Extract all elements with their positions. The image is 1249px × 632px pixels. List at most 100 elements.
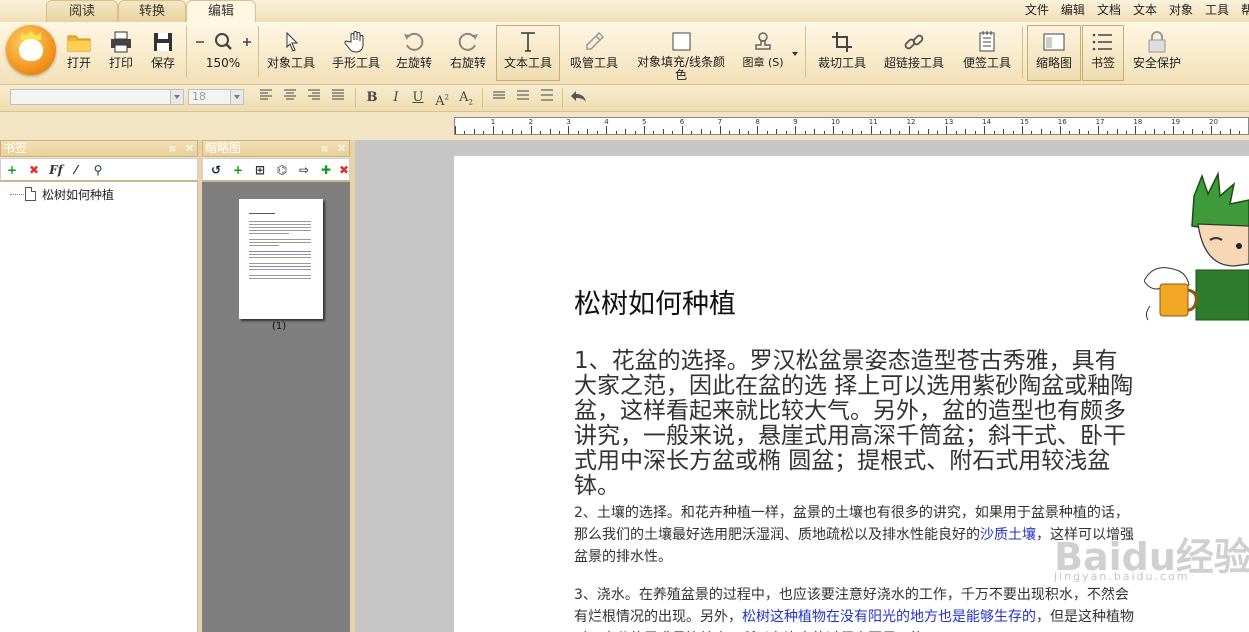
line-spacing-2-button[interactable] [513,89,533,107]
hand-tool-button[interactable]: 手形工具 [328,26,384,80]
add-bookmark-icon[interactable]: + [5,163,19,177]
underline-button[interactable]: U [408,89,428,107]
ruler-tick [511,129,513,134]
bookmark-item[interactable]: 松树如何种植 [10,185,114,203]
align-center-button[interactable] [280,89,300,107]
extract-page-icon[interactable]: ⇨ [297,163,311,177]
sticky-note-button[interactable]: 便签工具 [958,26,1016,80]
fill-line-color-button[interactable]: 对象填充/线条颜色 [632,26,730,82]
ruler-tick [700,129,702,134]
align-left-icon [260,89,272,100]
line-spacing-1-button[interactable] [489,89,509,107]
format-bar: 18 B I U A2 A2 [0,85,1249,112]
ruler-number: 9 [793,118,798,126]
ruler-strip: 1 2 3 4 5 6 7 8 9 10 11 12 13 14 15 16 17 18 19 20 [0,112,1249,140]
crop-page-icon[interactable]: ✚ [319,163,333,177]
crop-tool-button[interactable]: 裁切工具 [814,26,870,80]
separator [258,26,259,78]
bookmarks-panel-title: 书签 [3,141,28,155]
rotate-page-icon[interactable]: ↺ [209,163,223,177]
text-tool-button[interactable]: 文本工具 [496,25,560,81]
object-tool-button[interactable]: 对象工具 [262,26,320,80]
menu-document[interactable]: 文档 [1091,0,1127,22]
align-left-button[interactable] [256,89,276,107]
document-viewport[interactable]: 松树如何种植 1、花盆的选择。罗汉松盆景姿态造型苍古秀雅，具有大家之范，因此在盆… [355,140,1249,632]
app-logo[interactable] [6,25,56,75]
bookmark-panel-button[interactable]: 书签 [1082,25,1124,81]
security-button[interactable]: 安全保护 [1130,26,1184,80]
document-title[interactable]: 松树如何种植 [574,282,736,321]
binoculars-icon[interactable]: ⚲ [91,163,105,177]
menu-text[interactable]: 文本 [1127,0,1163,22]
print-button[interactable]: 打印 [104,26,138,80]
rotate-left-button[interactable]: 左旋转 [394,26,434,80]
eyedropper-button[interactable]: 吸管工具 [566,26,622,80]
list-icon [1090,29,1116,55]
align-center-icon [284,89,296,100]
delete-page-icon[interactable]: ✖ [339,163,349,177]
hyperlink-label: 超链接工具 [883,56,944,70]
sticky-note-label: 便签工具 [962,56,1011,70]
page-thumbnail[interactable] [239,199,323,319]
font-size-value: 18 [192,90,206,103]
rotate-right-button[interactable]: 右旋转 [448,26,488,80]
ruler-tick [870,126,872,134]
font-style-icon[interactable]: Ff [49,163,63,177]
menu-help[interactable]: 帮 [1235,0,1249,22]
stamp-button[interactable]: 图章 (S) [738,26,788,80]
tab-convert-label: 转换 [138,4,165,19]
subscript-button[interactable]: A2 [456,89,476,107]
hyperlink-tool-button[interactable]: 超链接工具 [880,26,948,80]
superscript-button[interactable]: A2 [432,89,452,110]
save-button[interactable]: 保存 [146,26,180,80]
fill-line-label: 对象填充/线条颜色 [636,55,726,82]
undo-button[interactable] [568,89,588,107]
ruler-tick [653,131,655,134]
menu-object[interactable]: 对象 [1163,0,1199,22]
ruler-tick [568,126,570,134]
pin-icon[interactable]: ¤ [321,141,328,156]
font-name-select[interactable] [10,89,184,105]
menu-tools[interactable]: 工具 [1199,0,1235,22]
ruler-tick [681,126,683,134]
menu-edit[interactable]: 编辑 [1055,0,1091,22]
ruler-tick [1154,129,1156,134]
document-page[interactable]: 松树如何种植 1、花盆的选择。罗汉松盆景姿态造型苍古秀雅，具有大家之范，因此在盆… [454,156,1249,632]
close-icon[interactable]: ✕ [185,141,194,156]
paragraph-3[interactable]: 3、浇水。在养殖盆景的过程中，也应该要注意好浇水的工作，千万不要出现积水，不然会… [574,584,1139,632]
font-size-select[interactable]: 18 [188,89,244,105]
stamp-dropdown[interactable] [790,26,800,80]
thumbnails-panel-title: 缩略图 [205,141,242,155]
add-page-icon[interactable]: + [231,163,245,177]
ruler-tick [464,131,466,134]
line-spacing-3-button[interactable] [537,89,557,107]
italic-button[interactable]: I [386,89,406,107]
delete-bookmark-icon[interactable]: ✖ [27,163,41,177]
ruler-tick [738,129,740,134]
ruler-tick [540,131,542,134]
close-icon[interactable]: ✕ [337,141,346,156]
thumbnail-panel-button[interactable]: 缩略图 [1027,25,1081,81]
tab-read[interactable]: 阅读 [46,0,118,22]
ruler-tick [502,131,504,134]
color-swatch-icon [668,29,694,55]
tab-edit[interactable]: 编辑 [186,0,256,22]
pin-icon[interactable]: ¤ [169,141,176,156]
separator [482,88,483,108]
bold-button[interactable]: B [362,89,382,107]
paragraph-1[interactable]: 1、花盆的选择。罗汉松盆景姿态造型苍古秀雅，具有大家之范，因此在盆的选 择上可以… [574,349,1139,499]
magic-wand-icon[interactable]: ⁄ [69,163,83,177]
replace-page-icon[interactable]: ⌬ [275,163,289,177]
align-justify-button[interactable] [328,89,348,107]
open-button[interactable]: 打开 [62,26,96,80]
zoom-icons [192,29,254,55]
superscript-icon: A2 [435,94,449,110]
bookmarks-toolbar: + ✖ Ff ⁄ ⚲ [0,158,198,182]
ruler-tick [558,131,560,134]
ruler-number: 15 [1020,118,1029,126]
tab-convert[interactable]: 转换 [118,0,186,22]
align-right-button[interactable] [304,89,324,107]
insert-page-icon[interactable]: ⊞ [253,163,267,177]
zoom-level[interactable]: 150% [191,56,255,70]
menu-file[interactable]: 文件 [1019,0,1055,22]
